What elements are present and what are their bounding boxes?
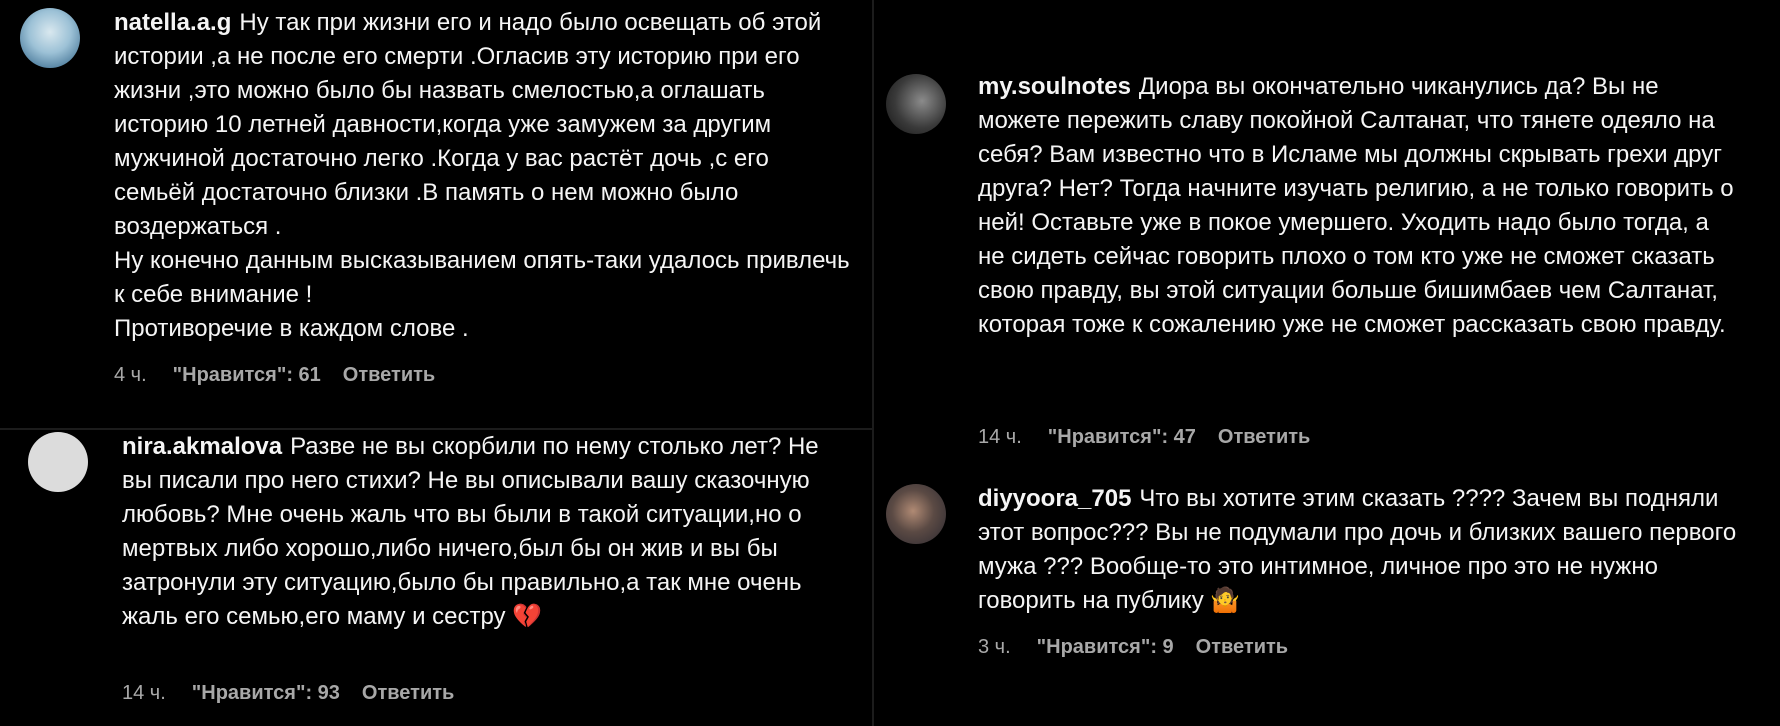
likes-count[interactable]: "Нравится": 93	[192, 682, 340, 705]
timestamp: 14 ч.	[122, 682, 166, 704]
timestamp: 3 ч.	[978, 636, 1011, 658]
username[interactable]: nira.akmalova	[122, 433, 282, 460]
comment-panel: natella.a.g Ну так при жизни его и надо б…	[0, 0, 872, 428]
comment-meta: 3 ч. "Нравится": 9 Ответить	[978, 636, 1288, 659]
avatar[interactable]	[20, 8, 80, 68]
avatar[interactable]	[886, 74, 946, 134]
likes-count[interactable]: "Нравится": 9	[1037, 636, 1174, 659]
broken-heart-icon: 💔	[512, 603, 543, 630]
comment-text: diyyoora_705 Что вы хотите этим сказать ?…	[978, 482, 1738, 618]
comment-text: nira.akmalova Разве не вы скорбили по нем…	[122, 430, 842, 634]
person-shrugging-icon: 🤷	[1210, 587, 1241, 614]
comment-text: natella.a.g Ну так при жизни его и надо б…	[114, 6, 854, 346]
reply-button[interactable]: Ответить	[1196, 636, 1288, 659]
comment-panel: nira.akmalova Разве не вы скорбили по нем…	[0, 430, 872, 726]
comment-body: Ну так при жизни его и надо было освещат…	[114, 9, 822, 240]
comment-body: Разве не вы скорбили по нему столько лет…	[122, 433, 819, 630]
comment-panel: my.soulnotes Диора вы окончательно чикану…	[874, 0, 1780, 726]
comment-meta: 14 ч. "Нравится": 93 Ответить	[122, 682, 454, 705]
reply-button[interactable]: Ответить	[1218, 426, 1310, 449]
username[interactable]: natella.a.g	[114, 9, 231, 36]
comment-body-line: Противоречие в каждом слове .	[114, 315, 469, 342]
username[interactable]: diyyoora_705	[978, 485, 1131, 512]
reply-button[interactable]: Ответить	[343, 364, 435, 387]
likes-count[interactable]: "Нравится": 47	[1048, 426, 1196, 449]
likes-count[interactable]: "Нравится": 61	[173, 364, 321, 387]
comment-meta: 14 ч. "Нравится": 47 Ответить	[978, 426, 1310, 449]
username[interactable]: my.soulnotes	[978, 73, 1131, 100]
comment-text: my.soulnotes Диора вы окончательно чикану…	[978, 70, 1738, 342]
comment-meta: 4 ч. "Нравится": 61 Ответить	[114, 364, 435, 387]
comment-body-line: Ну конечно данным высказыванием опять-та…	[114, 247, 850, 308]
avatar[interactable]	[886, 484, 946, 544]
comment-body: Диора вы окончательно чиканулись да? Вы …	[978, 73, 1734, 338]
timestamp: 14 ч.	[978, 426, 1022, 448]
reply-button[interactable]: Ответить	[362, 682, 454, 705]
default-avatar[interactable]	[28, 432, 88, 492]
timestamp: 4 ч.	[114, 364, 147, 386]
